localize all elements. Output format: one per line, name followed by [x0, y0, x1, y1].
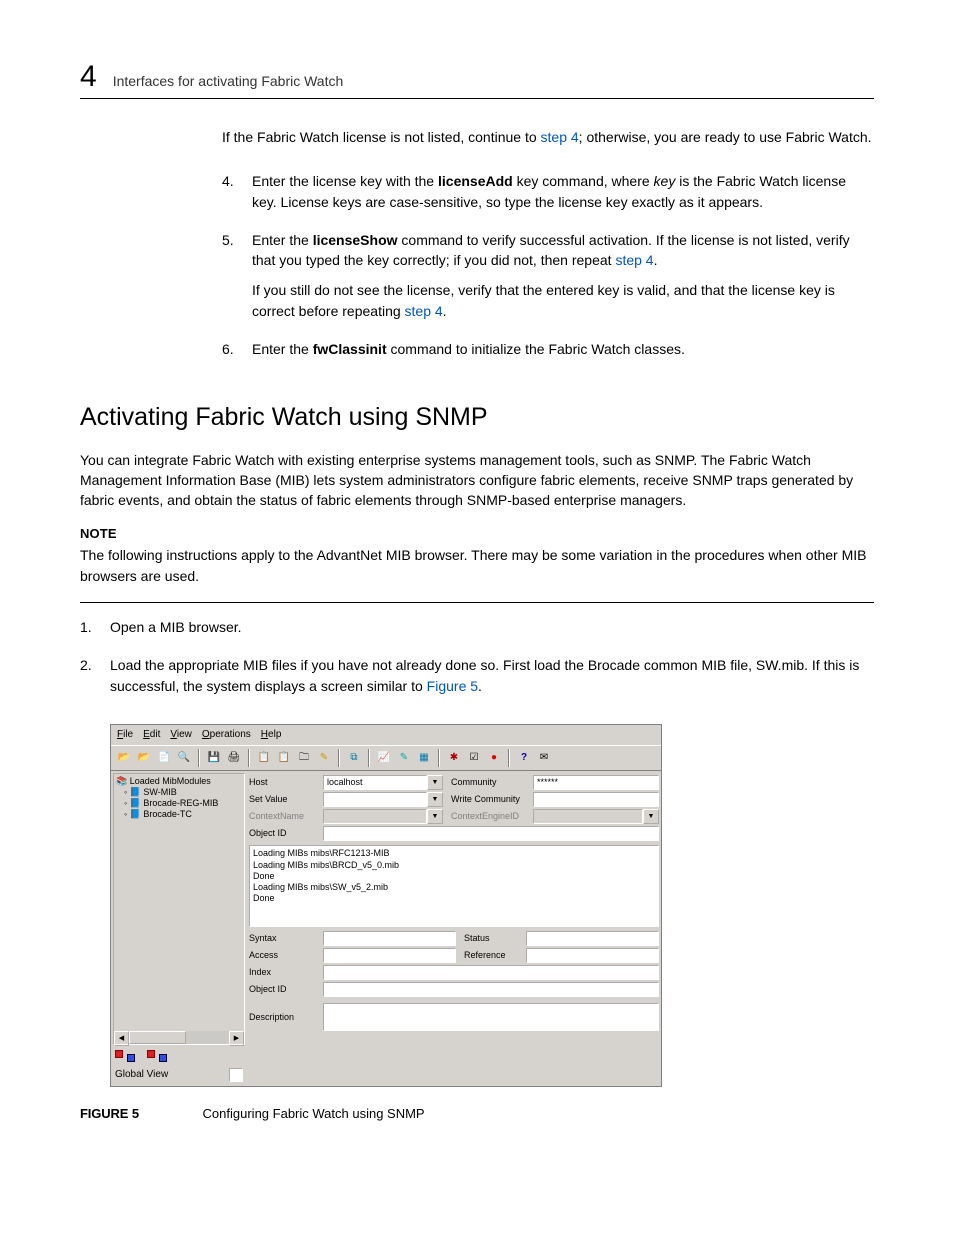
description-label: Description	[249, 1011, 321, 1024]
contextname-label: ContextName	[249, 810, 321, 823]
syntax-label: Syntax	[249, 932, 321, 945]
objectid-input[interactable]	[323, 826, 659, 841]
horizontal-scrollbar[interactable]: ◀ ▶	[114, 1031, 244, 1044]
section-intro: You can integrate Fabric Watch with exis…	[80, 450, 874, 511]
dropdown-icon[interactable]: ▼	[643, 809, 659, 824]
host-input[interactable]: localhost	[323, 775, 427, 790]
step-5: 5. Enter the licenseShow command to veri…	[222, 230, 874, 331]
tree-item[interactable]: ◦ 📘 Brocade-TC	[124, 809, 242, 820]
host-label: Host	[249, 776, 321, 789]
community-label: Community	[451, 776, 531, 789]
syntax-input[interactable]	[323, 931, 456, 946]
toolbar: 📂 📂 📄 🔍 💾 🖨 📋 📋 🗀 ✎ ⧉ 📈 ✎ ▦ ✱	[111, 745, 661, 771]
toolbar-edit-icon[interactable]: ✎	[395, 749, 413, 767]
tree-item[interactable]: ◦ 📘 Brocade-REG-MIB	[124, 798, 242, 809]
toolbar-check-icon[interactable]: ☑	[465, 749, 483, 767]
contextengineid-input	[533, 809, 643, 824]
toolbar-record-icon[interactable]: ●	[485, 749, 503, 767]
objectid2-label: Object ID	[249, 983, 321, 996]
community-input[interactable]: ******	[533, 775, 659, 790]
access-label: Access	[249, 949, 321, 962]
toolbar-copy2-icon[interactable]: 📋	[275, 749, 293, 767]
section-heading: Activating Fabric Watch using SNMP	[80, 399, 874, 435]
scroll-left-icon: ◀	[114, 1031, 129, 1046]
objectid-label: Object ID	[249, 827, 321, 840]
dropdown-icon[interactable]: ▼	[427, 809, 443, 824]
toolbar-chart-icon[interactable]: 📈	[375, 749, 393, 767]
access-input[interactable]	[323, 948, 456, 963]
link-step4[interactable]: step 4	[541, 129, 579, 145]
tree-root[interactable]: 📚 Loaded MibModules	[116, 776, 242, 787]
tree-palette-icon[interactable]	[115, 1049, 131, 1064]
toolbar-find-icon[interactable]: 🔍	[175, 749, 193, 767]
menu-view[interactable]: View	[170, 728, 192, 743]
objectid2-input[interactable]	[323, 982, 659, 997]
link-step4[interactable]: step 4	[405, 303, 443, 319]
setvalue-label: Set Value	[249, 793, 321, 806]
toolbar-mail-icon[interactable]: ✉	[535, 749, 553, 767]
step-6: 6. Enter the fwClassinit command to init…	[222, 339, 874, 369]
toolbar-folder-icon[interactable]: 🗀	[295, 749, 313, 767]
link-step4[interactable]: step 4	[615, 252, 653, 268]
scroll-right-icon: ▶	[229, 1031, 244, 1046]
figure-caption: FIGURE 5 Configuring Fabric Watch using …	[80, 1105, 874, 1124]
write-community-label: Write Community	[451, 793, 531, 806]
index-label: Index	[249, 966, 321, 979]
note-text: The following instructions apply to the …	[80, 545, 874, 586]
menu-file[interactable]: File	[117, 728, 133, 743]
tree-palette-icon[interactable]	[147, 1049, 163, 1064]
snmp-step-1: 1. Open a MIB browser.	[80, 617, 874, 647]
description-input[interactable]	[323, 1003, 659, 1031]
toolbar-help-icon[interactable]: ?	[515, 749, 533, 767]
link-figure5[interactable]: Figure 5	[427, 678, 478, 694]
dropdown-icon[interactable]: ▼	[427, 792, 443, 807]
status-input[interactable]	[526, 931, 659, 946]
toolbar-table-icon[interactable]: ▦	[415, 749, 433, 767]
reference-label: Reference	[464, 949, 524, 962]
status-label: Status	[464, 932, 524, 945]
contextengineid-label: ContextEngineID	[451, 810, 531, 823]
toolbar-bug-icon[interactable]: ✱	[445, 749, 463, 767]
step-4: 4. Enter the license key with the licens…	[222, 171, 874, 222]
global-view-label: Global View	[115, 1068, 168, 1083]
reference-input[interactable]	[526, 948, 659, 963]
tree-item[interactable]: ◦ 📘 SW-MIB	[124, 787, 242, 798]
toolbar-save-icon[interactable]: 💾	[205, 749, 223, 767]
mib-tree-panel: 📚 Loaded MibModules ◦ 📘 SW-MIB ◦ 📘 Broca…	[113, 773, 245, 1045]
mib-browser-window: File Edit View Operations Help 📂 📂 📄 🔍 💾…	[110, 724, 662, 1088]
index-input[interactable]	[323, 965, 659, 980]
toolbar-open2-icon[interactable]: 📂	[135, 749, 153, 767]
toolbar-doc-icon[interactable]: 📄	[155, 749, 173, 767]
menu-operations[interactable]: Operations	[202, 728, 251, 743]
contextname-input	[323, 809, 427, 824]
menu-edit[interactable]: Edit	[143, 728, 160, 743]
setvalue-input[interactable]	[323, 792, 427, 807]
write-community-input[interactable]	[533, 792, 659, 807]
intro-paragraph: If the Fabric Watch license is not liste…	[222, 127, 874, 147]
page-header: 4 Interfaces for activating Fabric Watch	[80, 60, 874, 99]
dropdown-icon[interactable]: ▼	[427, 775, 443, 790]
toolbar-wand-icon[interactable]: ✎	[315, 749, 333, 767]
toolbar-copy-icon[interactable]: 📋	[255, 749, 273, 767]
snmp-step-2: 2. Load the appropriate MIB files if you…	[80, 655, 874, 706]
toolbar-print-icon[interactable]: 🖨	[225, 749, 243, 767]
menu-help[interactable]: Help	[261, 728, 282, 743]
tree-footer	[111, 1047, 247, 1066]
chapter-number: 4	[80, 60, 97, 94]
log-output: Loading MIBs mibs\RFC1213-MIB Loading MI…	[249, 845, 659, 927]
note-label: NOTE	[80, 525, 874, 544]
toolbar-tree-icon[interactable]: ⧉	[345, 749, 363, 767]
header-title: Interfaces for activating Fabric Watch	[113, 73, 344, 89]
toolbar-open-icon[interactable]: 📂	[115, 749, 133, 767]
global-view-checkbox[interactable]	[229, 1068, 243, 1082]
menubar: File Edit View Operations Help	[111, 725, 661, 746]
